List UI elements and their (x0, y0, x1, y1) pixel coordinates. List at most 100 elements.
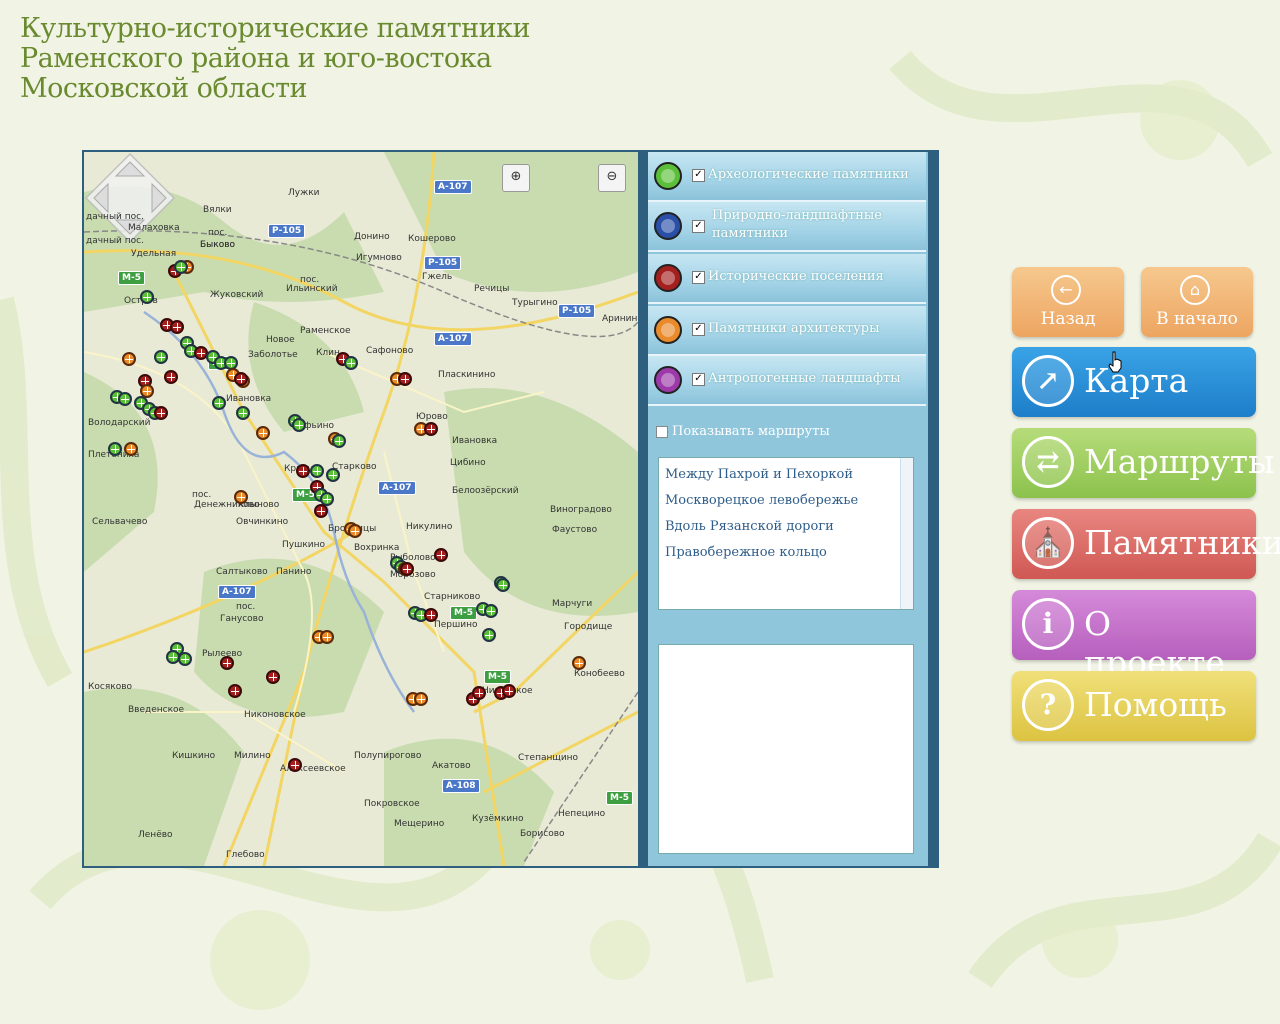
route-link[interactable]: Москворецкое левобережье (665, 488, 907, 514)
monument-marker-icon[interactable] (288, 758, 302, 772)
road-shield: А-107 (378, 481, 416, 495)
monument-marker-icon[interactable] (266, 670, 280, 684)
place-label: Удельная (131, 249, 177, 259)
route-link[interactable]: Правобережное кольцо (665, 540, 907, 566)
nav-button-label: Памятники (1084, 523, 1280, 562)
road-shield: М-5 (118, 271, 145, 285)
monument-marker-icon[interactable] (472, 686, 486, 700)
road-shield: Р-105 (268, 224, 306, 238)
monument-marker-icon[interactable] (320, 630, 334, 644)
layer-row[interactable]: ✓ Антропогенные ландшафты (648, 356, 926, 406)
monument-marker-icon[interactable] (400, 562, 414, 576)
monument-marker-icon[interactable] (124, 442, 138, 456)
layer-row[interactable]: ✓ Природно-ландшафтные памятники (648, 202, 926, 252)
monument-marker-icon[interactable] (170, 320, 184, 334)
road-shield: Р-105 (424, 256, 462, 270)
monument-marker-icon[interactable] (174, 260, 188, 274)
map-view[interactable]: ⊕ ⊖ Лужки Вялки дачный пос. Малаховка дачный… (84, 152, 638, 866)
zoom-out-icon[interactable]: ⊖ (598, 164, 626, 192)
monument-marker-icon[interactable] (496, 578, 510, 592)
monument-marker-icon[interactable] (154, 406, 168, 420)
routes-scrollbar[interactable] (900, 458, 913, 609)
monument-marker-icon[interactable] (234, 490, 248, 504)
monument-marker-icon[interactable] (572, 656, 586, 670)
monument-marker-icon[interactable] (154, 350, 168, 364)
monument-marker-icon[interactable] (178, 652, 192, 666)
place-label: Никоновское (244, 710, 306, 720)
monument-marker-icon[interactable] (434, 548, 448, 562)
back-button[interactable]: ← Назад (1012, 267, 1124, 337)
monument-marker-icon[interactable] (166, 650, 180, 664)
back-arrow-icon: ← (1051, 275, 1081, 305)
layer-checkbox[interactable]: ✓ (692, 169, 705, 182)
monument-marker-icon[interactable] (398, 372, 412, 386)
route-link[interactable]: Между Пахрой и Пехоркой (665, 462, 907, 488)
monument-marker-icon[interactable] (502, 684, 516, 698)
monument-marker-icon[interactable] (108, 442, 122, 456)
monument-marker-icon[interactable] (482, 628, 496, 642)
monument-marker-icon[interactable] (424, 608, 438, 622)
layer-marker-icon (654, 316, 682, 344)
monument-marker-icon[interactable] (314, 504, 328, 518)
layer-checkbox[interactable]: ✓ (692, 323, 705, 336)
info-icon: i (1022, 598, 1074, 650)
monument-marker-icon[interactable] (326, 468, 340, 482)
monument-marker-icon[interactable] (164, 370, 178, 384)
monument-marker-icon[interactable] (220, 656, 234, 670)
monument-marker-icon[interactable] (140, 290, 154, 304)
place-label: Введенское (128, 705, 185, 715)
layers-panel: ✓ Археологические памятники ✓ Природно-ланд… (648, 152, 928, 866)
place-label: Ивановка (226, 394, 272, 404)
title-line-1: Культурно-исторические памятники (20, 13, 531, 44)
monument-marker-icon[interactable] (118, 392, 132, 406)
monument-marker-icon[interactable] (256, 426, 270, 440)
monument-marker-icon[interactable] (122, 352, 136, 366)
layer-row[interactable]: ✓ Исторические поселения (648, 254, 926, 304)
monument-marker-icon[interactable] (332, 434, 346, 448)
nav-button-help[interactable]: ? Помощь (1012, 671, 1256, 741)
monument-marker-icon[interactable] (234, 372, 248, 386)
layer-checkbox[interactable]: ✓ (692, 220, 705, 233)
place-label: Быково (200, 240, 236, 250)
place-label: Заболотье (248, 350, 298, 360)
place-label: Сельвачево (92, 517, 148, 527)
place-label: Речицы (474, 284, 510, 294)
routes-icon: ⇄ (1022, 436, 1074, 488)
monument-marker-icon[interactable] (344, 356, 358, 370)
layer-checkbox[interactable]: ✓ (692, 373, 705, 386)
monument-marker-icon[interactable] (414, 692, 428, 706)
monument-marker-icon[interactable] (236, 406, 250, 420)
home-button[interactable]: ⌂ В начало (1141, 267, 1253, 337)
road-shield: М-5 (484, 670, 511, 684)
monument-marker-icon[interactable] (424, 422, 438, 436)
show-routes-checkbox[interactable] (656, 425, 668, 438)
place-label: Ганусово (220, 614, 264, 624)
monument-marker-icon[interactable] (292, 418, 306, 432)
place-label: пос. (236, 602, 256, 612)
monument-marker-icon[interactable] (228, 684, 242, 698)
monument-marker-icon[interactable] (296, 464, 310, 478)
place-label: Сафоново (366, 346, 414, 356)
route-link[interactable]: Вдоль Рязанской дороги (665, 514, 907, 540)
nav-button-about[interactable]: iО проекте (1012, 590, 1256, 682)
monument-marker-icon[interactable] (212, 396, 226, 410)
monument-marker-icon[interactable] (310, 464, 324, 478)
nav-button-map[interactable]: ↗ Карта (1012, 347, 1256, 417)
layer-row[interactable]: ✓ Археологические памятники (648, 152, 926, 202)
monument-marker-icon[interactable] (348, 524, 362, 538)
layer-row[interactable]: ✓ Памятники архитектуры (648, 306, 926, 356)
show-routes-toggle[interactable]: Показывать маршруты (656, 424, 830, 439)
layer-checkbox[interactable]: ✓ (692, 271, 705, 284)
nav-button-monuments[interactable]: ⛪ Памятники (1012, 509, 1280, 579)
place-label: Марчуги (552, 599, 593, 609)
place-label: Ивановка (452, 436, 498, 446)
zoom-in-icon[interactable]: ⊕ (502, 164, 530, 192)
place-label: Косяково (88, 682, 133, 692)
place-label: Ильинский (286, 284, 338, 294)
monument-marker-icon[interactable] (484, 604, 498, 618)
road-shield: А-107 (434, 332, 472, 346)
nav-button-routes[interactable]: ⇄ Маршруты (1012, 428, 1274, 498)
place-label: Малаховка (128, 223, 180, 233)
place-label: Непецино (558, 809, 606, 819)
panel-border (928, 152, 937, 866)
